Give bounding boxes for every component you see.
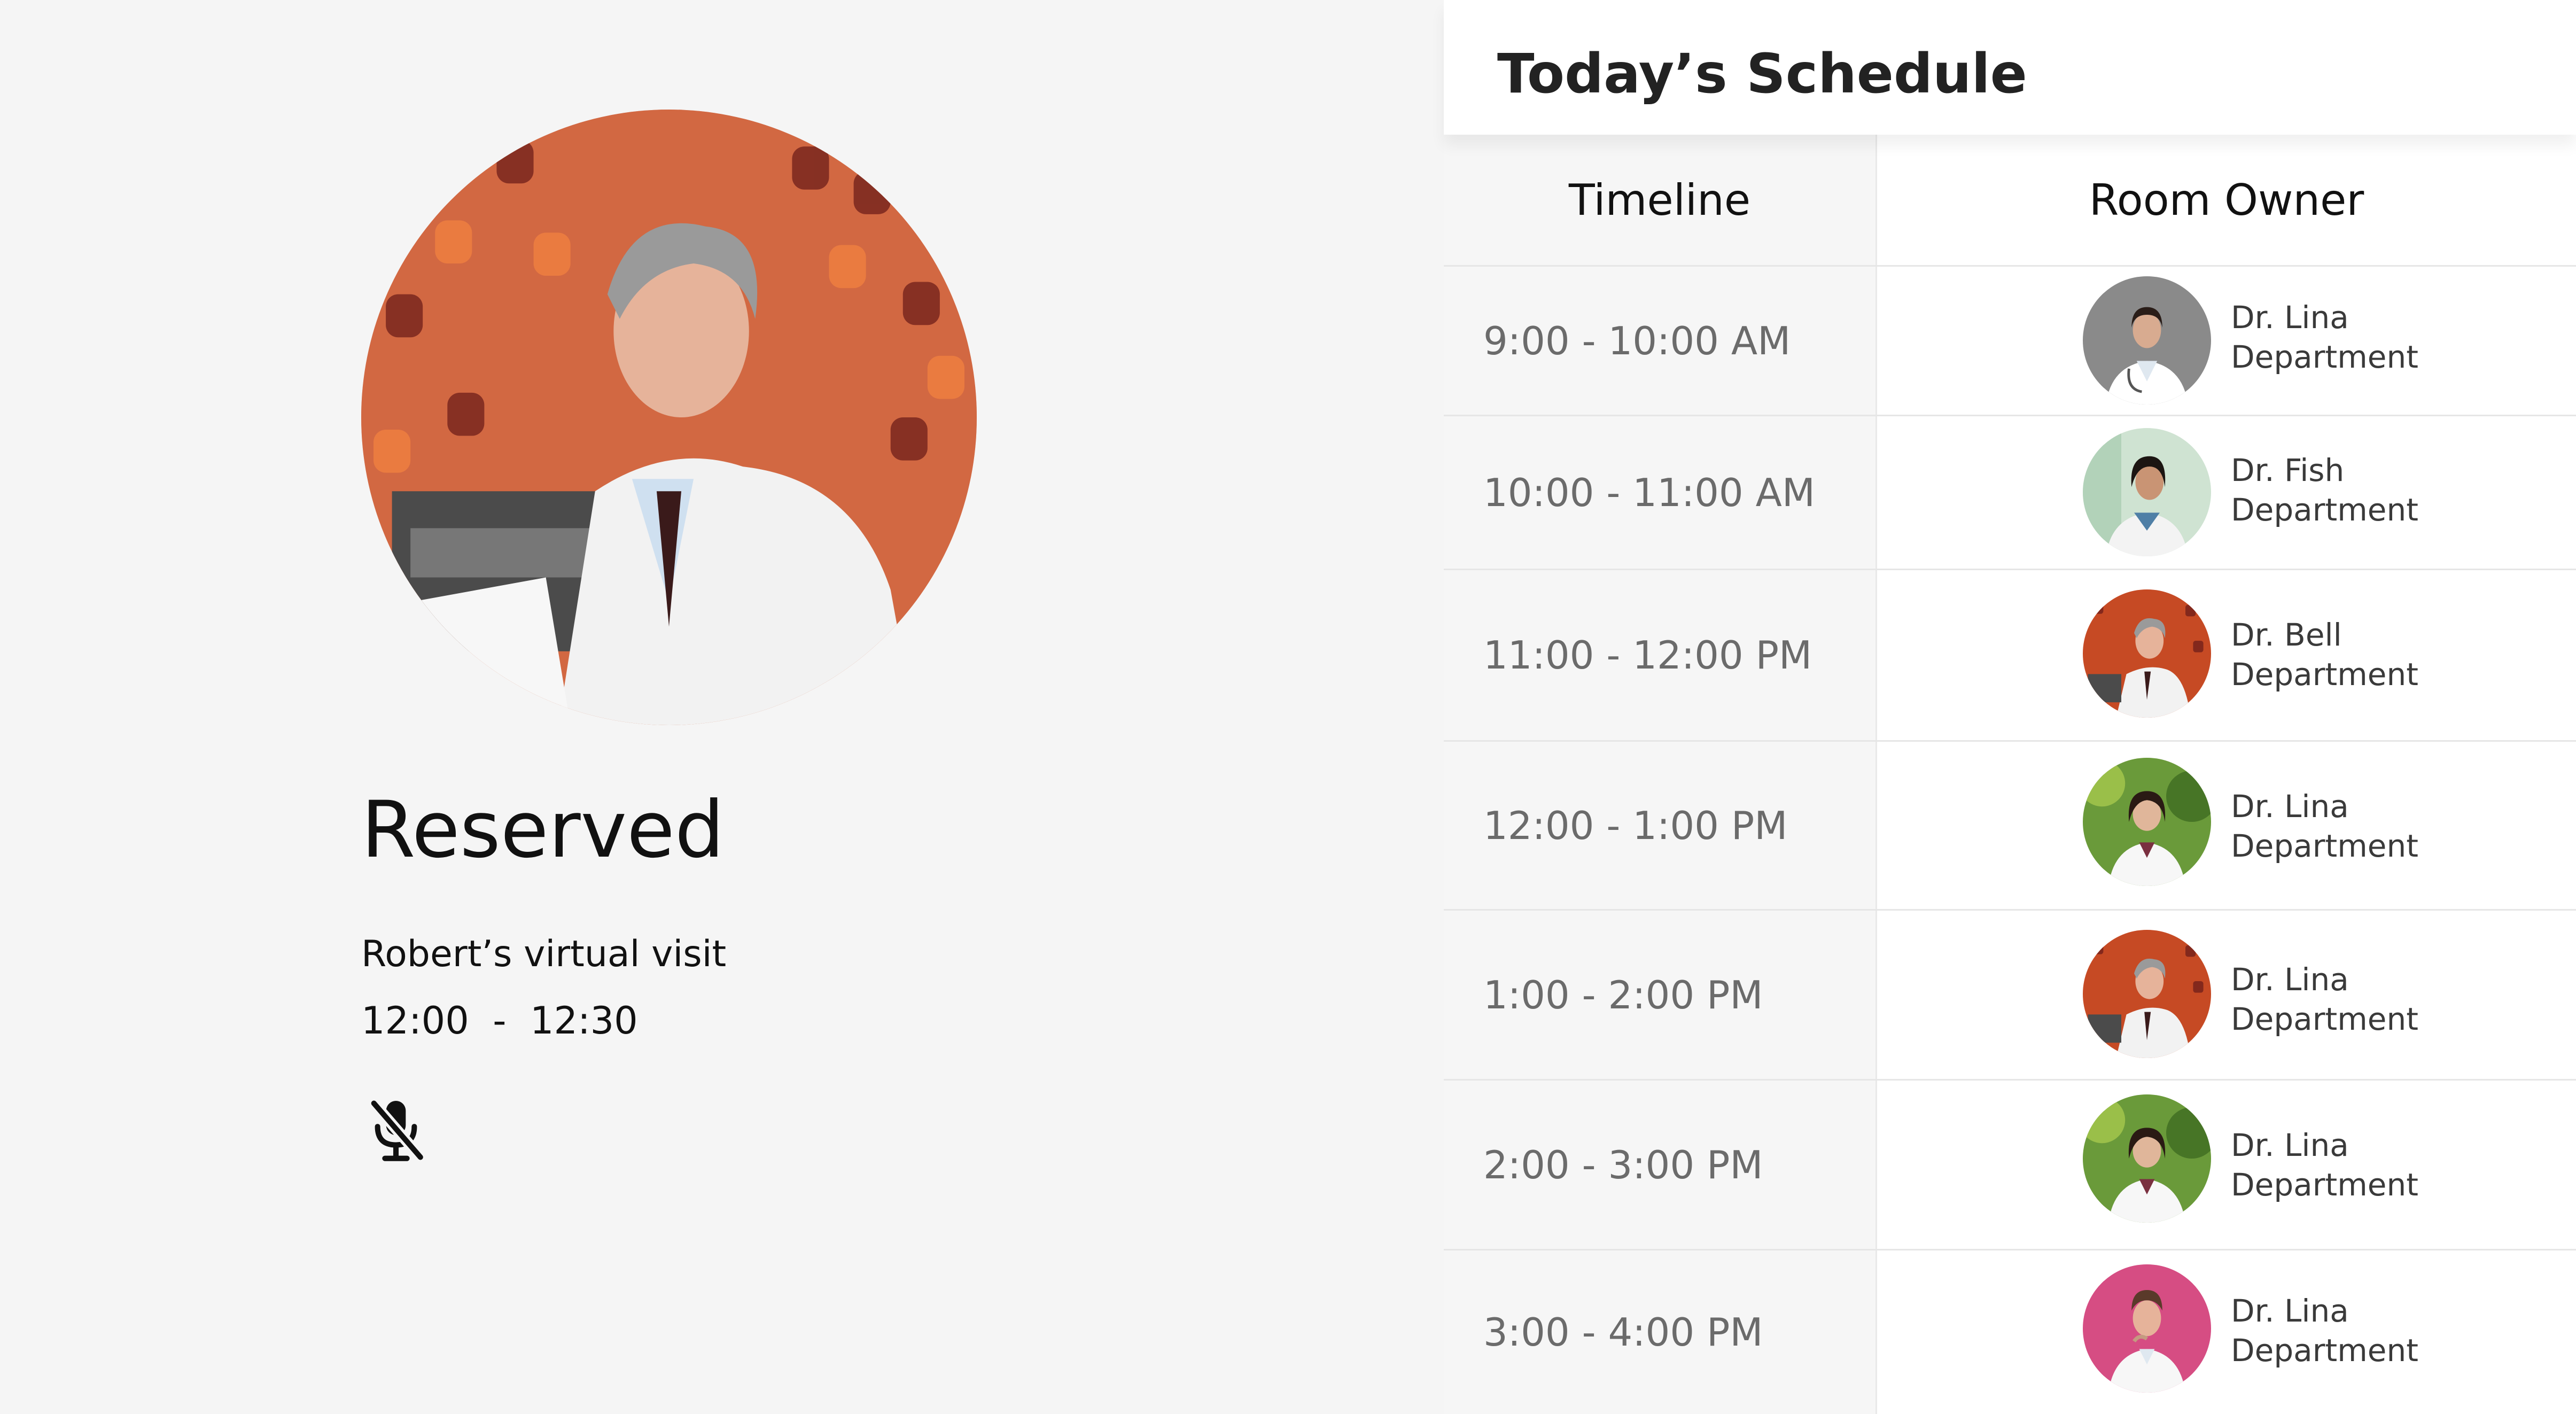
owner-name: Dr. Lina — [2231, 788, 2349, 825]
owner-name: Dr. Lina — [2231, 299, 2349, 336]
owner-avatar — [2083, 1264, 2211, 1393]
reservation-panel: Reserved Robert’s virtual visit 12:00 - … — [0, 0, 1444, 1414]
owner-name: Dr. Lina — [2231, 961, 2349, 998]
owner-name: Dr. Fish — [2231, 452, 2345, 488]
visit-time-range: 12:00 - 12:30 — [361, 999, 638, 1043]
microphone-off-icon[interactable] — [367, 1096, 426, 1165]
row-time-slot: 2:00 - 3:00 PM — [1483, 1142, 1763, 1187]
owner-info: Dr. Lina Department — [2231, 787, 2418, 866]
schedule-row[interactable]: 2:00 - 3:00 PM Dr. Lina Department — [1444, 1081, 2576, 1249]
owner-department: Department — [2231, 828, 2418, 864]
owner-name: Dr. Bell — [2231, 617, 2342, 653]
schedule-row[interactable]: 10:00 - 11:00 AM Dr. Fish Department — [1444, 416, 2576, 569]
owner-department: Department — [2231, 1001, 2418, 1037]
owner-info: Dr. Lina Department — [2231, 960, 2418, 1039]
owner-info: Dr. Fish Department — [2231, 450, 2418, 530]
reserving-doctor-avatar — [361, 110, 977, 725]
schedule-header: Today’s Schedule — [1444, 0, 2576, 135]
owner-name: Dr. Lina — [2231, 1127, 2349, 1163]
row-time-slot: 3:00 - 4:00 PM — [1483, 1310, 1763, 1355]
row-time-slot: 12:00 - 1:00 PM — [1483, 803, 1788, 848]
schedule-row[interactable]: 9:00 - 10:00 AM Dr. Lina Department — [1444, 267, 2576, 415]
owner-info: Dr. Lina Department — [2231, 298, 2418, 377]
owner-avatar — [2083, 428, 2211, 556]
owner-avatar — [2083, 1094, 2211, 1223]
schedule-panel: Today’s Schedule Timeline Room Owner 9:0… — [1444, 0, 2576, 1414]
doctor-photo-image — [361, 110, 977, 725]
owner-department: Department — [2231, 656, 2418, 693]
room-display-screen: Reserved Robert’s virtual visit 12:00 - … — [0, 0, 2576, 1414]
owner-info: Dr. Lina Department — [2231, 1291, 2418, 1370]
visit-label: Robert’s virtual visit — [361, 933, 727, 975]
owner-info: Dr. Lina Department — [2231, 1125, 2418, 1205]
column-header-timeline: Timeline — [1568, 175, 1751, 225]
owner-name: Dr. Lina — [2231, 1293, 2349, 1329]
owner-department: Department — [2231, 1332, 2418, 1369]
schedule-row[interactable]: 11:00 - 12:00 PM Dr. Bell Department — [1444, 570, 2576, 740]
schedule-row[interactable]: 12:00 - 1:00 PM Dr. Lina Department — [1444, 742, 2576, 909]
row-time-slot: 9:00 - 10:00 AM — [1483, 318, 1791, 363]
row-time-slot: 1:00 - 2:00 PM — [1483, 972, 1763, 1017]
owner-avatar — [2083, 930, 2211, 1058]
reservation-status: Reserved — [361, 784, 725, 875]
owner-avatar — [2083, 589, 2211, 718]
schedule-row[interactable]: 3:00 - 4:00 PM Dr. Lina Department — [1444, 1250, 2576, 1414]
schedule-title: Today’s Schedule — [1497, 42, 2027, 106]
owner-avatar — [2083, 276, 2211, 405]
owner-avatar — [2083, 758, 2211, 886]
column-header-room-owner: Room Owner — [2089, 175, 2364, 225]
owner-info: Dr. Bell Department — [2231, 615, 2418, 694]
owner-department: Department — [2231, 339, 2418, 375]
row-time-slot: 11:00 - 12:00 PM — [1483, 633, 1812, 678]
schedule-row[interactable]: 1:00 - 2:00 PM Dr. Lina Department — [1444, 911, 2576, 1079]
owner-department: Department — [2231, 492, 2418, 528]
row-time-slot: 10:00 - 11:00 AM — [1483, 470, 1815, 515]
schedule-table: Timeline Room Owner 9:00 - 10:00 AM Dr. … — [1444, 135, 2576, 1414]
owner-department: Department — [2231, 1167, 2418, 1203]
